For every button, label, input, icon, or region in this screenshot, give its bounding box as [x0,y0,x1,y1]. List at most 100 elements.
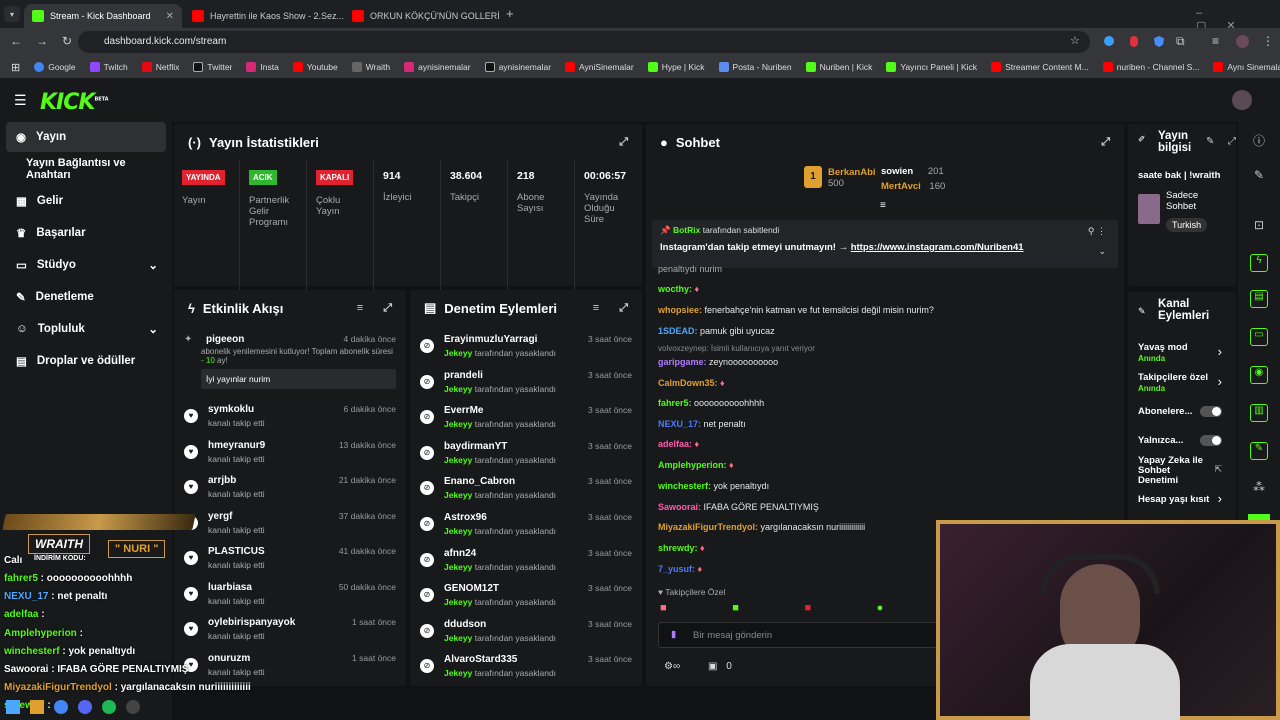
close-icon[interactable]: ✕ [166,11,174,22]
bolt-tool-icon[interactable]: ϟ [1250,254,1268,272]
bookmark-twitter[interactable]: Twitter [186,62,239,72]
chat-message[interactable]: garipgame: zeynoooooooooo [658,357,778,367]
bookmark-aynisinemalar-yt[interactable]: AyniSinemalar [558,62,641,72]
windows-start-icon[interactable] [6,700,20,714]
followers-only-item[interactable]: Takipçilere özel Anında [1138,372,1208,394]
broadcast-tool-icon[interactable]: ◉ [1250,366,1268,384]
collapse-icon[interactable]: ≡ [880,200,886,211]
moderation-item[interactable]: ⊘ Astrox96 Jekeyy tarafından yasaklandı 3 s… [410,510,642,545]
mic-icon[interactable]: ▮ [671,629,676,640]
moderation-item[interactable]: ⊘ EverrMe Jekeyy tarafından yasaklandı 3 sa… [410,403,642,438]
chat-message[interactable]: winchesterf: yok penaltıydı [658,481,769,491]
spotify-icon[interactable] [102,700,116,714]
only-toggle[interactable] [1200,435,1222,446]
bookmark-nuriben-kick[interactable]: Nuriben | Kick [799,62,880,72]
document-tool-icon[interactable]: ▤ [1250,290,1268,308]
sidebar-item-topluluk[interactable]: ☺ Topluluk ⌄ [6,314,166,344]
external-link-icon[interactable]: ⇱ [1214,464,1222,475]
category-thumbnail[interactable] [1138,194,1160,224]
user-avatar[interactable] [1232,90,1252,110]
activity-item[interactable]: ♥yergfkanalı takip etti37 dakika önce [174,509,406,544]
chat-tool-icon[interactable]: ▭ [1250,328,1268,346]
chat-message[interactable]: Sawoorai: IFABA GÖRE PENALTIYMIŞ [658,502,819,512]
chrome-icon[interactable] [54,700,68,714]
moderation-item[interactable]: ⊘ Enano_Cabron Jekeyy tarafından yasakland… [410,474,642,509]
discord-icon[interactable] [78,700,92,714]
activity-item[interactable]: ♥ luarbiasa kanalı takip etti 50 dakika önc… [174,580,406,615]
apps-grid-icon[interactable]: ⊞ [4,61,27,74]
hamburger-menu-icon[interactable]: ☰ [14,92,27,109]
edit-icon[interactable]: ✎ [1206,136,1214,147]
chat-message[interactable]: wocthy: ♦ [658,284,699,294]
layout-tool-icon[interactable]: ▥ [1250,404,1268,422]
sidebar-item-basarilar[interactable]: ♛ Başarılar [6,218,166,248]
sidebar-item-stream-key[interactable]: Yayın Bağlantısı ve Anahtarı [6,154,172,184]
activity-item[interactable]: ♥ hmeyranur9 kanalı takip etti 13 dakika ön… [174,438,406,473]
slow-mode-item[interactable]: Yavaş mod Anında [1138,342,1188,364]
shield-extension-icon[interactable] [1154,36,1164,47]
chat-message[interactable]: 1SDEAD: pamuk gibi uyucaz [658,326,775,336]
sidebar-item-studyo[interactable]: ▭ Stüdyo ⌄ [6,250,166,280]
bookmark-streamer-content[interactable]: Streamer Content M... [984,62,1096,72]
nav-buttons[interactable]: ←→↻ [10,34,86,48]
expand-icon[interactable]: ⤢ [619,302,628,315]
chevron-down-icon[interactable]: ⌄ [1098,246,1106,257]
sidebar-item-droplar[interactable]: ▤ Droplar ve ödüller [6,346,166,376]
bookmark-star-icon[interactable]: ☆ [1070,34,1080,47]
expand-icon[interactable]: ⤢ [1228,136,1236,147]
wrench-tool-icon[interactable]: ✎ [1250,442,1268,460]
moderation-item[interactable]: ⊘ GENOM12T Jekeyy tarafından yasaklandı 3 s… [410,581,642,616]
new-tab-button[interactable]: + [506,6,514,21]
moderation-item[interactable]: ⊘ prandeli Jekeyy tarafından yasaklandı 3 s… [410,368,642,403]
leader-2[interactable]: sowien 201 [881,166,944,177]
menu-kebab-icon[interactable]: ⋮ [1262,34,1274,48]
bookmark-nuriben-channel[interactable]: nuriben - Channel S... [1096,62,1207,72]
file-explorer-icon[interactable] [30,700,44,714]
sidebar-item-yayin[interactable]: ◉ Yayın [6,122,166,152]
media-icon[interactable]: ≡ [1212,34,1219,48]
tab-search-button[interactable]: ▾ [4,6,20,22]
info-icon[interactable]: ⓘ [1250,132,1268,150]
edit-icon[interactable]: ✎ [1250,168,1268,186]
chat-message[interactable]: 7_yusuf: ♦ [658,564,702,574]
moderation-item[interactable]: ⊘ afnn24 Jekeyy tarafından yasaklandı 3 saa… [410,546,642,581]
tab-youtube-1[interactable]: Hayrettin ile Kaos Show - 2.Sez...✕ [184,4,344,28]
tab-youtube-2[interactable]: ORKUN KÖKÇÜ'NÜN GOLLERİN...✕ [344,4,500,28]
bookmark-google[interactable]: Google [27,62,82,72]
bookmark-youtube[interactable]: Youtube [286,62,345,72]
chat-message[interactable]: MiyazakiFigurTrendyol: yargılanacaksın n… [658,522,865,532]
moderation-item[interactable]: ⊘ ErayinmuzluYarragi Jekeyy tarafından yas… [410,332,642,367]
bookmark-ayni-sinemalar[interactable]: Aynı Sinemalar - Ça... [1206,62,1280,72]
chat-message[interactable]: Amplehyperion: ♦ [658,460,734,470]
chat-message[interactable]: shrewdy: ♦ [658,543,705,553]
chat-message[interactable]: whopsiee: fenerbahçe'nin katman ve fut t… [658,305,934,315]
kick-logo[interactable]: KICKBETA [40,90,109,115]
chat-message[interactable]: CalmDown35: ♦ [658,378,725,388]
filter-icon[interactable]: ≡ [357,302,363,314]
bookmark-hype-kick[interactable]: Hype | Kick [641,62,712,72]
tab-kick-dashboard[interactable]: Stream - Kick Dashboard ✕ [24,4,182,28]
pinned-link[interactable]: https://www.instagram.com/Nuriben41 [851,242,1024,253]
unpin-icon[interactable]: ⚲ ⋮ [1088,226,1106,237]
chevron-right-icon[interactable]: › [1218,374,1222,389]
chat-message[interactable]: NEXU_17: net penaltı [658,419,746,429]
activity-item[interactable]: ♥ onuruzm kanalı takip etti 1 saat önce [174,651,406,686]
bookmark-aynisinemalar-x[interactable]: aynisinemalar [478,62,558,72]
sidebar-item-denetleme[interactable]: ✎ Denetleme [6,282,166,312]
chat-message[interactable]: fahrer5: oooooooooohhhh [658,398,764,408]
bookmark-twitch[interactable]: Twitch [83,62,135,72]
capture-icon[interactable]: ⊡ [1250,218,1268,236]
leader-3[interactable]: MertAvci 160 [881,181,945,192]
address-bar[interactable]: dashboard.kick.com/stream [78,31,1090,53]
activity-item[interactable]: ♥ arrjbb kanalı takip etti 21 dakika önce [174,473,406,508]
expand-icon[interactable]: ⤢ [383,302,392,315]
share-icon[interactable]: ⁂ [1250,480,1268,498]
bookmark-aynisinemalar-insta[interactable]: aynisinemalar [397,62,477,72]
chevron-right-icon[interactable]: › [1218,344,1222,359]
bookmark-yayinci-paneli[interactable]: Yayıncı Paneli | Kick [879,62,984,72]
points-indicator[interactable]: ▣ 0 [708,661,732,672]
bookmark-posta[interactable]: Posta - Nuriben [712,62,799,72]
moderation-item[interactable]: ⊘ ddudson Jekeyy tarafından yasaklandı 3 sa… [410,617,642,652]
moderation-item[interactable]: ⊘ baydirmanYT Jekeyy tarafından yasaklandı… [410,439,642,474]
filter-icon[interactable]: ≡ [593,302,599,314]
